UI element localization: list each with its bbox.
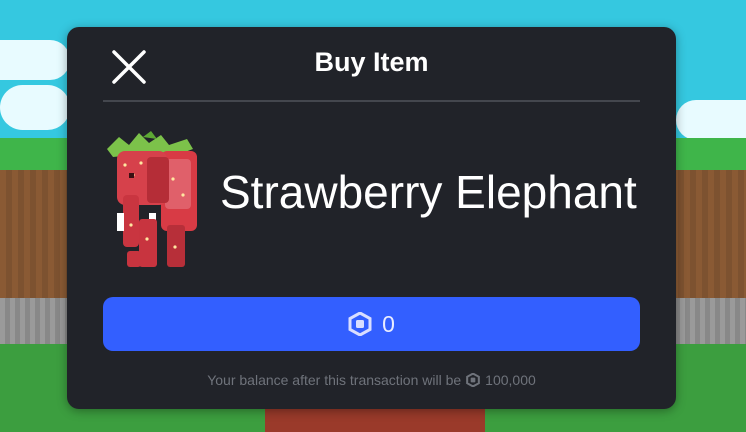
strawberry-elephant-image <box>107 131 197 267</box>
price-label: 0 <box>382 310 395 337</box>
item-row: Strawberry Elephant <box>103 129 643 279</box>
cloud <box>0 40 70 80</box>
buy-item-dialog: Buy Item Strawberry Elephant 0 Your bala… <box>67 27 676 409</box>
dialog-header: Buy Item <box>67 27 676 101</box>
cloud <box>0 85 70 130</box>
robux-icon <box>466 373 481 387</box>
balance-text: Your balance after this transaction will… <box>207 372 462 388</box>
balance-note: Your balance after this transaction will… <box>67 372 676 388</box>
header-divider <box>103 100 640 102</box>
balance-amount: 100,000 <box>485 372 536 388</box>
robux-icon <box>348 312 372 336</box>
item-name: Strawberry Elephant <box>220 166 637 218</box>
red-path <box>265 408 485 432</box>
dialog-title: Buy Item <box>314 47 429 77</box>
cloud <box>676 100 746 140</box>
buy-button[interactable]: 0 <box>103 297 640 351</box>
